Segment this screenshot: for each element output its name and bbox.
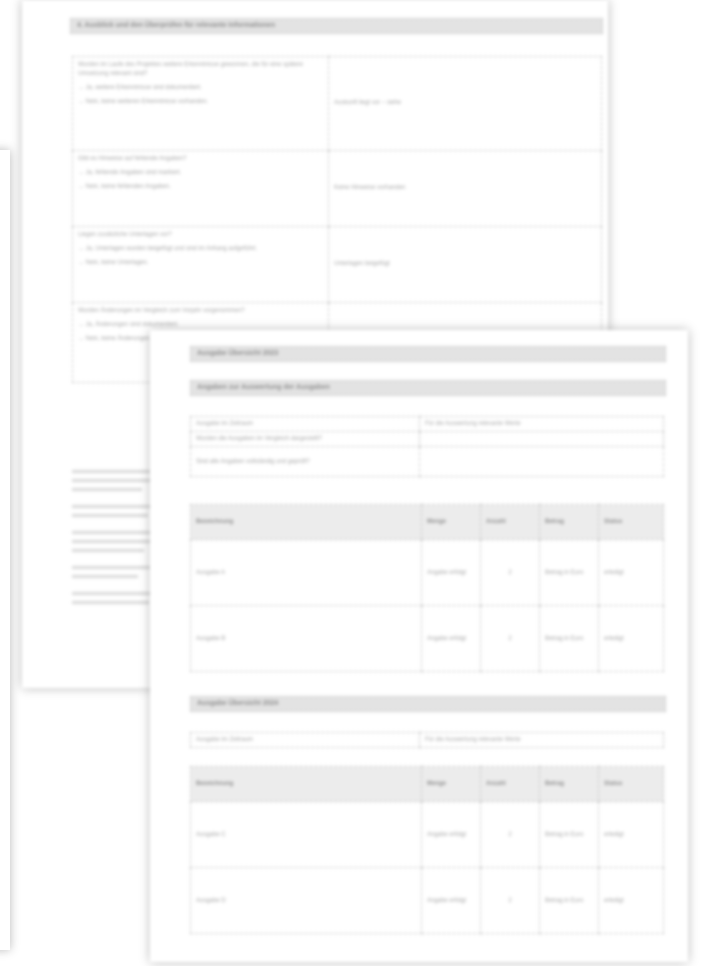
option-text: → Nein, keine weiteren Erkenntnisse vorh… [78, 99, 209, 105]
column-header: Betrag [539, 766, 599, 802]
row-status: erledigt [598, 801, 664, 868]
row-name: Ausgabe C [190, 801, 422, 868]
column-header: Menge [421, 766, 481, 802]
table-header-row: Bezeichnung Menge Anzahl Betrag Status [190, 766, 664, 802]
column-header: Bezeichnung [190, 504, 422, 540]
info-label: Ausgabe im Zeitraum [190, 732, 420, 748]
row-status: erledigt [598, 539, 664, 606]
table-row: Wurden im Laufe des Projektes weitere Er… [72, 56, 602, 151]
info-table: Ausgabe im Zeitraum Für die Auswertung r… [190, 416, 664, 477]
answer-cell: Auskunft liegt vor – siehe [328, 56, 602, 151]
table-row: Gibt es Hinweise auf fehlende Angaben? →… [72, 150, 602, 227]
section-header: 4. Ausblick und den Überprüfen für relev… [70, 18, 603, 34]
info-value [419, 431, 664, 447]
row-amount: Betrag in Euro [539, 539, 599, 606]
row-status: erledigt [598, 867, 664, 934]
column-header: Betrag [539, 504, 599, 540]
info-table: Ausgabe im Zeitraum Für die Auswertung r… [190, 732, 664, 748]
question-text: Gibt es Hinweise auf fehlende Angaben? [78, 156, 187, 162]
table-row: Wurden die Ausgaben im Vergleich dargest… [190, 431, 664, 447]
option-text: → Nein, keine Unterlagen. [78, 260, 149, 266]
row-amount: Betrag in Euro [539, 605, 599, 672]
table-row: Sind alle Angaben vollständig und geprüf… [190, 446, 664, 477]
option-text: → Ja, Änderungen sind dokumentiert. [78, 322, 179, 328]
row-status: erledigt [598, 605, 664, 672]
column-header: Menge [421, 504, 481, 540]
info-value [419, 446, 664, 477]
row-name: Ausgabe D [190, 867, 422, 934]
column-header: Status [598, 766, 664, 802]
column-header: Status [598, 504, 664, 540]
table-row: Ausgabe C Angabe erfolgt 2 Betrag in Eur… [190, 801, 664, 868]
expense-table: Bezeichnung Menge Anzahl Betrag Status A… [190, 504, 664, 672]
table-row: Ausgabe im Zeitraum Für die Auswertung r… [190, 416, 664, 432]
expense-table: Bezeichnung Menge Anzahl Betrag Status A… [190, 766, 664, 934]
row-count: 2 [480, 867, 540, 934]
front-document-page: Ausgabe Übersicht 2023 Angaben zur Auswe… [150, 330, 688, 962]
option-text: → Ja, fehlende Angaben sind markiert. [78, 170, 182, 176]
question-text: Wurden im Laufe des Projektes weitere Er… [78, 62, 304, 77]
row-name: Ausgabe B [190, 605, 422, 672]
table-header-row: Bezeichnung Menge Anzahl Betrag Status [190, 504, 664, 540]
answer-cell: Keine Hinweise vorhanden [328, 150, 602, 227]
row-count: 2 [480, 605, 540, 672]
info-label: Sind alle Angaben vollständig und geprüf… [190, 446, 420, 477]
back-document-page [0, 150, 10, 950]
section-header: Ausgabe Übersicht 2024 [190, 696, 666, 712]
question-text: Liegen zusätzliche Unterlagen vor? [78, 232, 172, 238]
row-name: Ausgabe A [190, 539, 422, 606]
column-header: Anzahl [480, 766, 540, 802]
table-row: Ausgabe im Zeitraum Für die Auswertung r… [190, 732, 664, 748]
row-amount: Betrag in Euro [539, 801, 599, 868]
info-value: Für die Auswertung relevante Werte [419, 732, 664, 748]
info-value: Für die Auswertung relevante Werte [419, 416, 664, 432]
answer-cell: Unterlagen beigefügt [328, 226, 602, 303]
option-text: → Nein, keine fehlenden Angaben. [78, 184, 171, 190]
column-header: Anzahl [480, 504, 540, 540]
question-text: Wurden Änderungen im Vergleich zum Vorja… [78, 308, 245, 314]
option-text: → Ja, Unterlagen wurden beigefügt und si… [78, 246, 258, 252]
section-header: Ausgabe Übersicht 2023 [190, 346, 666, 362]
info-label: Wurden die Ausgaben im Vergleich dargest… [190, 431, 420, 447]
row-detail: Angabe erfolgt [421, 539, 481, 606]
option-text: → Ja, weitere Erkenntnisse sind dokument… [78, 85, 202, 91]
table-row: Ausgabe A Angabe erfolgt 2 Betrag in Eur… [190, 539, 664, 606]
table-row: Ausgabe D Angabe erfolgt 2 Betrag in Eur… [190, 867, 664, 934]
row-detail: Angabe erfolgt [421, 867, 481, 934]
row-count: 2 [480, 801, 540, 868]
column-header: Bezeichnung [190, 766, 422, 802]
info-label: Ausgabe im Zeitraum [190, 416, 420, 432]
table-row: Ausgabe B Angabe erfolgt 2 Betrag in Eur… [190, 605, 664, 672]
row-count: 2 [480, 539, 540, 606]
table-row: Liegen zusätzliche Unterlagen vor? → Ja,… [72, 226, 602, 303]
row-detail: Angabe erfolgt [421, 605, 481, 672]
row-amount: Betrag in Euro [539, 867, 599, 934]
section-subheader: Angaben zur Auswertung der Ausgaben [190, 380, 666, 396]
row-detail: Angabe erfolgt [421, 801, 481, 868]
